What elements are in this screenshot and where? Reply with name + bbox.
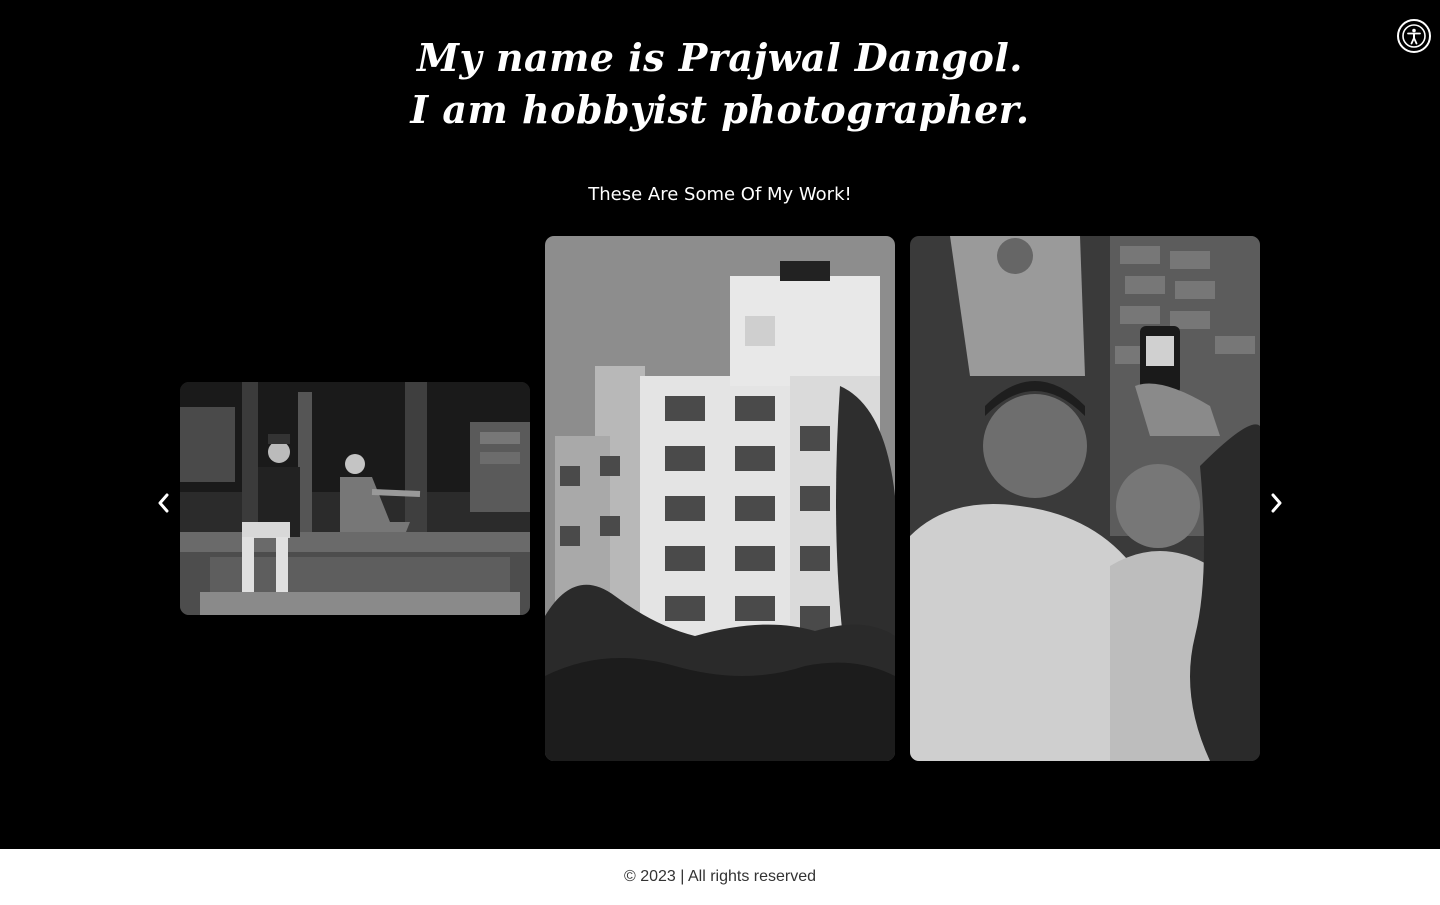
photo-men-selfie <box>910 236 1260 761</box>
gallery-slide-building[interactable] <box>545 236 895 761</box>
hero-title-line-1: My name is Prajwal Dangol. <box>416 35 1024 80</box>
chevron-left-icon <box>158 493 169 513</box>
hero-title-line-2: I am hobbyist photographer. <box>410 87 1030 132</box>
chevron-right-icon <box>1271 493 1282 513</box>
photo-building <box>545 236 895 761</box>
carousel-prev-button[interactable] <box>148 486 178 520</box>
footer-copyright: © 2023 | All rights reserved <box>623 868 817 885</box>
photo-elderly-couple <box>180 382 530 615</box>
gallery-heading: These Are Some Of My Work! <box>588 184 852 205</box>
carousel-next-button[interactable] <box>1262 486 1292 520</box>
gallery-slide-men-selfie[interactable] <box>910 236 1260 761</box>
gallery-slide-elderly-couple[interactable] <box>180 382 530 615</box>
hero-title: My name is Prajwal Dangol. I am hobbyist… <box>0 32 1440 136</box>
footer: © 2023 | All rights reserved <box>0 849 1440 905</box>
